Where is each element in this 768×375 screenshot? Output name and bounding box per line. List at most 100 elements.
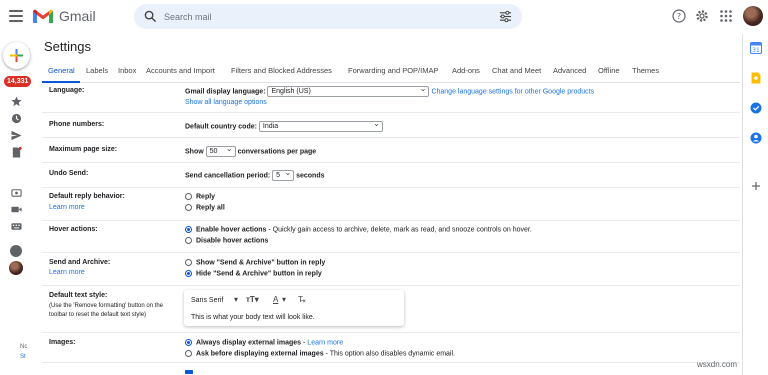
compose-button[interactable] xyxy=(3,42,30,69)
get-add-ons-plus-icon[interactable] xyxy=(750,180,762,192)
change-language-link[interactable]: Change language settings for other Googl… xyxy=(431,88,594,95)
google-contacts-icon[interactable] xyxy=(750,132,762,144)
starred-icon[interactable] xyxy=(11,96,22,107)
watermark: wsxdn.com xyxy=(697,360,738,369)
send-cancellation-select[interactable]: 5 xyxy=(272,168,295,181)
disable-hover-radio[interactable] xyxy=(185,237,192,244)
send-archive-learn-more-link[interactable]: Learn more xyxy=(49,269,85,276)
svg-text:?: ? xyxy=(677,12,681,21)
reply-all-option-label: Reply all xyxy=(196,204,225,212)
meet-new-meeting-icon[interactable] xyxy=(11,187,22,198)
setting-row-language: Language: Gmail display language: Englis… xyxy=(42,83,740,113)
ask-before-images-option[interactable]: Ask before displaying external images - … xyxy=(185,350,455,357)
ask-before-images-radio[interactable] xyxy=(185,350,192,357)
dynamic-email-checkbox[interactable] xyxy=(185,370,193,374)
show-send-archive-option[interactable]: Show "Send & Archive" button in reply xyxy=(185,259,325,266)
disable-hover-option[interactable]: Disable hover actions xyxy=(185,237,268,244)
google-keep-icon[interactable] xyxy=(750,72,762,84)
text-color-dropdown-icon[interactable]: ▾ xyxy=(282,295,286,304)
hide-send-archive-label: Hide "Send & Archive" button in reply xyxy=(196,270,322,278)
gmail-logo-icon[interactable] xyxy=(32,8,54,25)
reply-all-radio[interactable] xyxy=(185,204,192,211)
undo-send-prompt: Send cancellation period: xyxy=(185,172,271,180)
show-all-language-options-link[interactable]: Show all language options xyxy=(185,99,267,106)
help-icon[interactable]: ? xyxy=(672,9,686,23)
tab-add-ons[interactable]: Add-ons xyxy=(452,66,480,75)
rail-bottom-text-2[interactable]: St xyxy=(20,354,26,360)
page-size-value: Show 50 conversations per page xyxy=(185,144,316,157)
page-size-select[interactable]: 50 xyxy=(205,144,236,157)
meet-video-icon[interactable] xyxy=(11,204,22,215)
tab-chat-and-meet[interactable]: Chat and Meet xyxy=(492,66,541,75)
reply-radio[interactable] xyxy=(185,193,192,200)
remove-formatting-icon[interactable]: T̶ₓ xyxy=(298,295,306,304)
page-size-prefix: Show xyxy=(185,148,204,156)
language-value: Gmail display language: English (US) Cha… xyxy=(185,84,594,97)
tab-forwarding-and-pop-imap[interactable]: Forwarding and POP/IMAP xyxy=(348,66,438,75)
plus-icon xyxy=(10,49,23,62)
setting-row-default-text-style: Default text style: (Use the 'Remove for… xyxy=(42,286,740,333)
settings-gear-icon[interactable] xyxy=(695,9,709,23)
reply-learn-more-link[interactable]: Learn more xyxy=(49,204,85,211)
font-size-icon[interactable]: ᴛT▾ xyxy=(246,295,259,304)
always-display-images-radio[interactable] xyxy=(185,339,192,346)
search-input[interactable] xyxy=(164,8,484,25)
setting-label: Maximum page size: xyxy=(49,146,118,153)
tab-themes[interactable]: Themes xyxy=(632,66,659,75)
images-learn-more-link[interactable]: Learn more xyxy=(307,339,343,346)
setting-row-hover-actions: Hover actions: Enable hover actions - Qu… xyxy=(42,221,740,253)
undo-send-suffix: seconds xyxy=(296,172,325,180)
tab-labels[interactable]: Labels xyxy=(86,66,108,75)
tab-advanced[interactable]: Advanced xyxy=(553,66,586,75)
apps-grid-icon[interactable] xyxy=(719,9,733,23)
tab-filters-and-blocked-addresses[interactable]: Filters and Blocked Addresses xyxy=(231,66,332,75)
font-dropdown-arrow-icon[interactable]: ▾ xyxy=(234,295,238,304)
tab-accounts-and-import[interactable]: Accounts and Import xyxy=(146,66,215,75)
tab-offline[interactable]: Offline xyxy=(598,66,620,75)
country-code-select[interactable]: India xyxy=(258,119,383,132)
text-style-note: (Use the 'Remove formatting' button on t… xyxy=(49,303,164,318)
language-prompt: Gmail display language: xyxy=(185,88,266,96)
left-rail: 14,331 Nc St xyxy=(0,34,34,375)
setting-label: Undo Send: xyxy=(49,170,89,177)
hide-send-archive-radio[interactable] xyxy=(185,270,192,277)
drafts-icon[interactable] xyxy=(11,147,22,158)
search-icon[interactable] xyxy=(144,10,157,23)
snoozed-clock-icon[interactable] xyxy=(11,113,22,124)
setting-label: Language: xyxy=(49,87,85,94)
show-send-archive-radio[interactable] xyxy=(185,259,192,266)
hangouts-user-avatar[interactable] xyxy=(9,261,23,275)
enable-hover-radio[interactable] xyxy=(185,226,192,233)
setting-label: Phone numbers: xyxy=(49,121,105,128)
tab-inbox[interactable]: Inbox xyxy=(118,66,136,75)
setting-row-undo-send: Undo Send: Send cancellation period: 5 s… xyxy=(42,163,740,188)
unread-count-badge: 14,331 xyxy=(4,76,32,87)
account-avatar[interactable] xyxy=(743,6,763,26)
main-menu-icon[interactable] xyxy=(9,10,23,22)
meet-join-keyboard-icon[interactable] xyxy=(11,221,22,232)
setting-row-page-size: Maximum page size: Show 50 conversations… xyxy=(42,138,740,163)
search-options-icon[interactable] xyxy=(499,10,512,23)
search-bar[interactable] xyxy=(134,4,522,29)
setting-label: Hover actions: xyxy=(49,226,98,233)
enable-hover-option[interactable]: Enable hover actions - Quickly gain acce… xyxy=(185,226,532,233)
hangouts-status-icon[interactable] xyxy=(10,245,22,257)
ask-before-images-description: - This option also disables dynamic emai… xyxy=(323,350,455,358)
font-family-dropdown[interactable]: Sans Serif xyxy=(191,297,223,304)
reply-all-option[interactable]: Reply all xyxy=(185,204,225,211)
google-tasks-icon[interactable] xyxy=(750,102,762,114)
google-calendar-icon[interactable]: 31 xyxy=(750,42,762,54)
hide-send-archive-option[interactable]: Hide "Send & Archive" button in reply xyxy=(185,270,322,277)
disable-hover-label: Disable hover actions xyxy=(196,237,269,245)
always-display-images-option[interactable]: Always display external images - Learn m… xyxy=(185,339,343,346)
phone-prompt: Default country code: xyxy=(185,123,257,131)
gmail-brand: Gmail xyxy=(59,8,96,24)
setting-label: Images: xyxy=(49,339,76,346)
language-select[interactable]: English (US) xyxy=(267,84,430,97)
text-color-icon[interactable]: A xyxy=(273,295,278,304)
enable-hover-description: - Quickly gain access to archive, delete… xyxy=(266,226,532,234)
sent-icon[interactable] xyxy=(11,130,22,141)
tab-general[interactable]: General xyxy=(48,66,75,75)
settings-main: Settings General Labels Inbox Accounts a… xyxy=(38,34,740,375)
reply-option[interactable]: Reply xyxy=(185,193,215,200)
